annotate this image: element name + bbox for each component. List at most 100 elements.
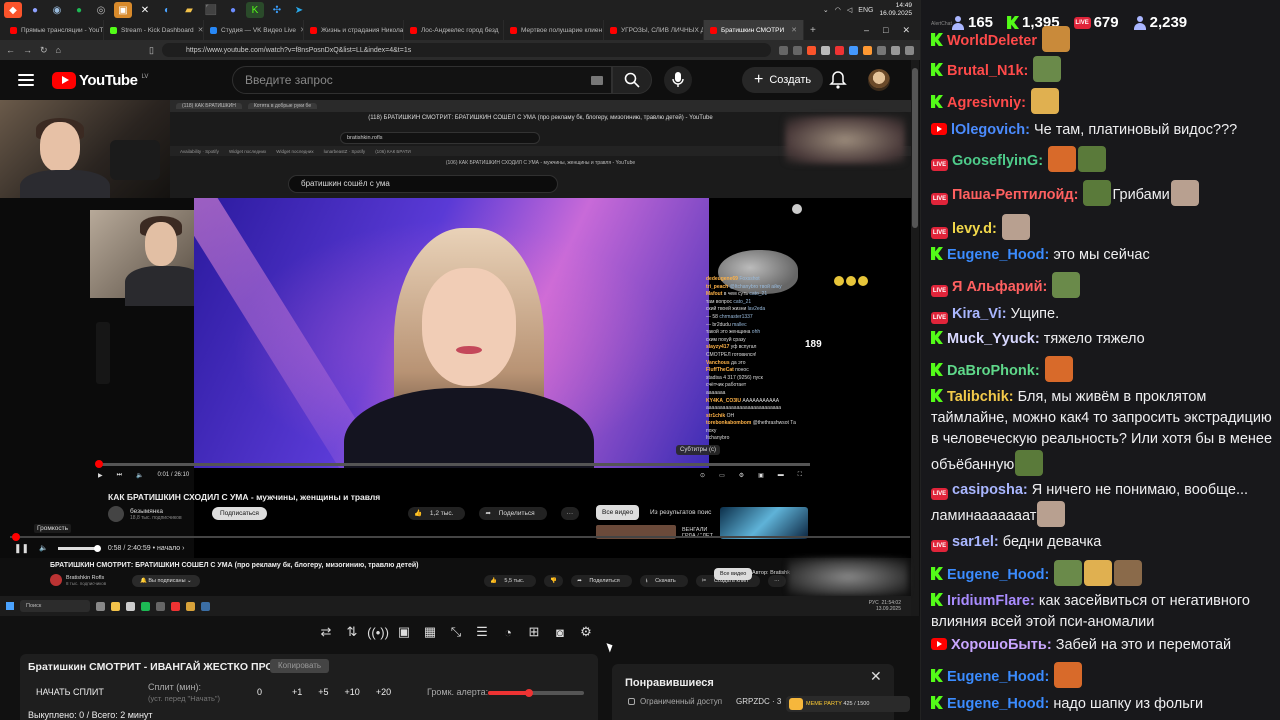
chat-username[interactable]: Eugene_Hood: — [947, 247, 1049, 263]
theater-icon[interactable]: ▬ — [778, 472, 784, 479]
scrollbar-thumb[interactable] — [912, 68, 918, 228]
forward-icon[interactable]: → — [23, 45, 32, 55]
close-window-icon[interactable]: ✕ — [902, 25, 910, 36]
menu-icon[interactable] — [905, 45, 914, 55]
add-20-button[interactable]: +20 — [376, 687, 391, 697]
minimize-icon[interactable]: – — [864, 25, 869, 36]
chat-username[interactable]: Brutal_N1k: — [947, 63, 1028, 79]
new-tab-button[interactable]: + — [804, 25, 822, 36]
play-icon[interactable]: ▶ — [98, 472, 103, 479]
maximize-icon[interactable]: □ — [883, 25, 888, 36]
chat-username[interactable]: WorldDeleter — [947, 33, 1037, 49]
chat-username[interactable]: Eugene_Hood: — [947, 696, 1049, 712]
sort-icon[interactable]: ⇅ — [344, 624, 360, 640]
vscode-icon[interactable]: ✣ — [268, 2, 286, 18]
playlist-icon[interactable]: ☰ — [474, 624, 490, 640]
url-field[interactable]: https://www.youtube.com/watch?v=f8nsPosn… — [161, 43, 771, 57]
youtube-logo[interactable]: YouTube LV — [52, 71, 148, 89]
copy-button[interactable]: Копировать — [270, 659, 330, 673]
subscribed-button[interactable]: 🔔 Вы подписаны ⌄ — [132, 575, 200, 587]
clock[interactable]: 14:49 16.09.2025 — [879, 2, 912, 18]
home-icon[interactable]: ⌂ — [56, 45, 61, 55]
camera-icon[interactable]: ◙ — [552, 624, 568, 640]
info-icon[interactable] — [792, 204, 802, 214]
autoplay-toggle[interactable]: ⊙ — [700, 472, 705, 479]
app-icon-circle[interactable]: ● — [224, 2, 242, 18]
create-button[interactable]: + Создать — [742, 67, 824, 93]
wallet-icon[interactable] — [891, 45, 900, 55]
chat-username[interactable]: IridiumFlare: — [947, 593, 1035, 609]
browser-tab[interactable]: Прямые трансляции - YouTu✕ — [4, 20, 104, 40]
chat-username[interactable]: Eugene_Hood: — [947, 669, 1049, 685]
chat-username[interactable]: Agresivniy: — [947, 95, 1026, 111]
alert-volume-knob[interactable] — [525, 689, 534, 697]
chat-username[interactable]: Я Альфарий: — [952, 279, 1047, 295]
add-10-button[interactable]: +10 — [345, 687, 360, 697]
add-clip-icon[interactable]: ⊞ — [526, 624, 542, 640]
film-icon[interactable]: ▦ — [422, 624, 438, 640]
brave-icon[interactable]: ◆ — [4, 2, 22, 18]
fullscreen-icon[interactable]: ⛶ — [798, 472, 802, 479]
wifi-icon[interactable]: ◠ — [835, 6, 841, 14]
volume-slider[interactable] — [57, 544, 101, 552]
broadcast-icon[interactable]: ((•)) — [367, 624, 389, 640]
download-button[interactable]: ⭳ Скачать — [639, 575, 688, 587]
zoom-icon[interactable] — [793, 45, 802, 55]
chat-username[interactable]: Eugene_Hood: — [947, 567, 1049, 583]
pause-icon[interactable]: ❚❚ — [14, 543, 29, 554]
browser-tab[interactable]: Жизнь и страдания Никола✕ — [304, 20, 404, 40]
streamer-app-icon[interactable]: ▣ — [114, 2, 132, 18]
sidebar-icon[interactable] — [877, 45, 886, 55]
volume-icon[interactable]: ◁ — [847, 6, 852, 14]
language-indicator[interactable]: ENG — [858, 7, 873, 14]
app-icon-blue[interactable]: ◐ — [158, 2, 176, 18]
alert-volume-slider[interactable] — [488, 689, 584, 697]
browser-tab[interactable]: Студия — VK Видео Live✕ — [204, 20, 304, 40]
outer-channel[interactable]: Bratishkin Rofls 8 тыс. подписчиков — [50, 574, 106, 586]
browser-tab[interactable]: Мертвое полушарие клиен✕ — [504, 20, 604, 40]
loop-icon[interactable]: ⇄ — [318, 624, 334, 640]
capcut-icon[interactable]: ✕ — [136, 2, 154, 18]
close-icon[interactable]: ✕ — [870, 668, 882, 685]
video-player[interactable]: (118) КАК БРАТИШКИН Котята в добрые руки… — [0, 100, 911, 558]
volume-icon[interactable]: 🔈 — [136, 472, 143, 479]
speed-icon[interactable]: ◔ — [500, 624, 516, 640]
chat-username[interactable]: Kira_Vi: — [952, 306, 1007, 322]
chat-username[interactable]: sar1el: — [952, 534, 999, 550]
telegram-icon[interactable]: ➤ — [290, 2, 308, 18]
menu-icon[interactable] — [18, 74, 34, 86]
keyboard-icon[interactable] — [591, 76, 603, 85]
folder-icon[interactable]: ▰ — [180, 2, 198, 18]
chip-all-videos[interactable]: Все видео — [714, 568, 753, 580]
back-icon[interactable]: ← — [6, 45, 15, 55]
browser-tab[interactable]: Лос-Анджелес город безд✕ — [404, 20, 504, 40]
dislike-button[interactable]: 👎 — [544, 575, 564, 587]
add-5-button[interactable]: +5 — [318, 687, 328, 697]
extension-icon-red[interactable] — [835, 45, 844, 55]
chat-username[interactable]: casiposha: — [952, 482, 1028, 498]
page-scrollbar[interactable] — [911, 60, 919, 616]
channel-avatar[interactable] — [50, 574, 62, 586]
lock-icon[interactable]: ⬛ — [202, 2, 220, 18]
subtitles-icon[interactable]: ▭ — [719, 472, 725, 479]
settings-icon[interactable]: ⚙ — [739, 472, 744, 479]
chat-username[interactable]: levy.d: — [952, 221, 997, 237]
chat-username[interactable]: Muck_Yyuck: — [947, 331, 1040, 347]
gear-icon[interactable]: ⚙ — [578, 624, 594, 640]
miniplayer-icon[interactable]: ▣ — [758, 472, 764, 479]
like-button[interactable]: 👍 5,5 тыс. — [484, 575, 537, 587]
mute-icon[interactable]: 🔈 — [39, 544, 48, 552]
browser-tab[interactable]: Братишкин СМОТРИ ✕ — [704, 20, 804, 40]
more-button[interactable]: ··· — [768, 575, 786, 587]
search-button[interactable] — [612, 66, 652, 94]
chip-author[interactable]: Автор: Bratishk — [752, 570, 790, 576]
inner-progress-bar[interactable] — [95, 460, 810, 468]
reload-icon[interactable]: ↻ — [40, 45, 48, 56]
browser-tab[interactable]: Stream - Kick Dashboard ✕ — [104, 20, 204, 40]
obs-icon[interactable]: ◎ — [92, 2, 110, 18]
steam-icon[interactable]: ◉ — [48, 2, 66, 18]
spotify-icon[interactable]: ● — [70, 2, 88, 18]
add-1-button[interactable]: +1 — [292, 687, 302, 697]
avatar[interactable] — [868, 69, 890, 91]
kick-app-icon[interactable]: K — [246, 2, 264, 18]
